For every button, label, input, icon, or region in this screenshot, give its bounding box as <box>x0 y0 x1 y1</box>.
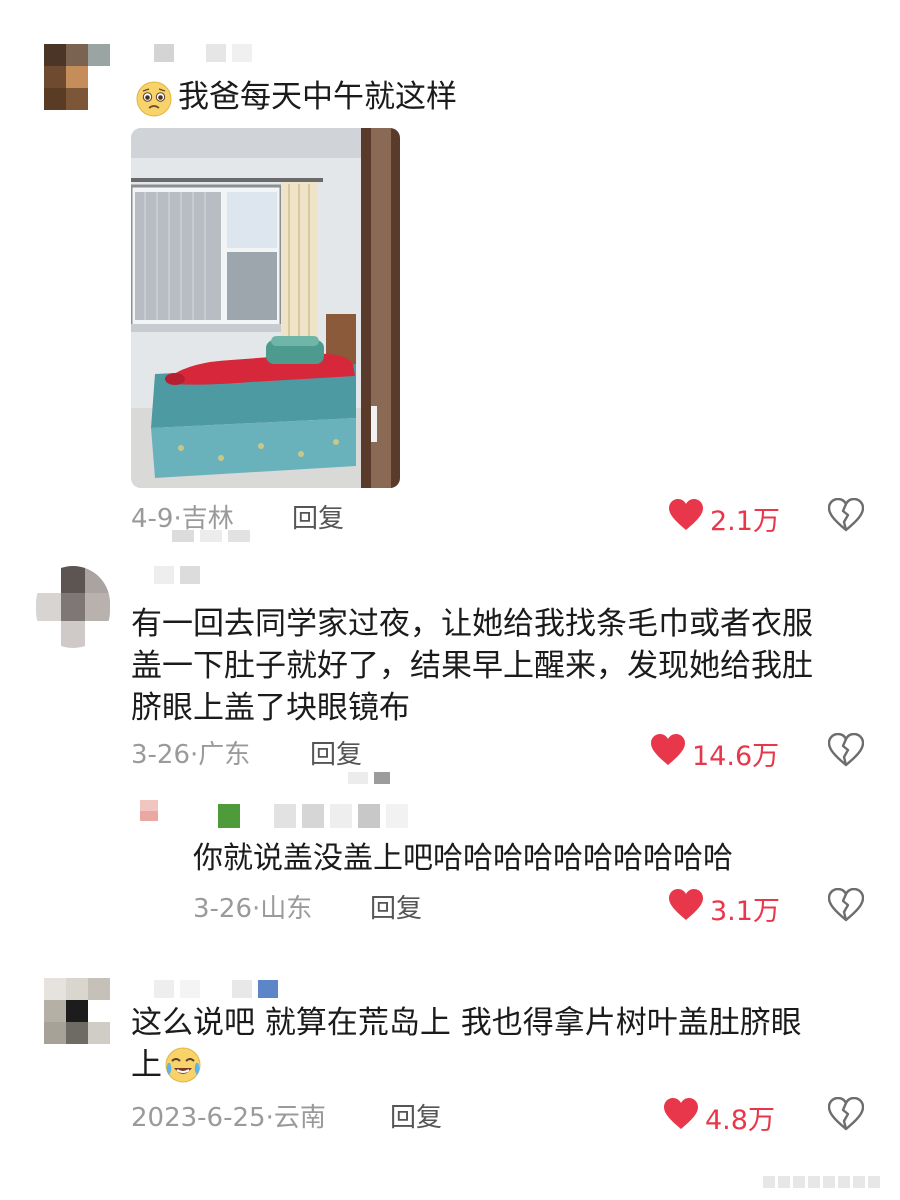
comment-meta: 3-26·山东 <box>193 894 313 924</box>
like-count: 4.8万 <box>705 1105 775 1136</box>
like-count: 2.1万 <box>710 506 780 537</box>
like-heart-icon[interactable] <box>650 733 686 767</box>
username-redacted <box>154 566 200 584</box>
watermark <box>763 1176 880 1188</box>
comment-text: 我爸每天中午就这样 <box>178 79 457 115</box>
reply-button[interactable]: 回复 <box>292 498 344 535</box>
avatar[interactable] <box>140 800 194 832</box>
username-redacted <box>172 530 250 542</box>
like-count: 14.6万 <box>692 741 780 772</box>
username-redacted <box>154 980 278 998</box>
comment-image[interactable] <box>131 128 400 488</box>
username-redacted <box>154 44 252 62</box>
username-redacted <box>218 804 408 828</box>
comment-meta: 2023-6-25·云南 <box>131 1103 326 1133</box>
like-heart-icon[interactable] <box>663 1097 699 1131</box>
like-heart-icon[interactable] <box>668 888 704 922</box>
comment-text: 你就说盖没盖上吧哈哈哈哈哈哈哈哈哈哈 <box>193 841 733 876</box>
like-count: 3.1万 <box>710 896 780 927</box>
dislike-broken-heart-icon[interactable] <box>828 733 864 767</box>
reply-button[interactable]: 回复 <box>390 1097 442 1134</box>
reply-button[interactable]: 回复 <box>310 734 362 771</box>
avatar[interactable] <box>44 44 110 110</box>
comment-text: 有一回去同学家过夜，让她给我找条毛巾或者衣服 盖一下肚子就好了，结果早上醒来，发… <box>131 606 813 726</box>
crying-laughing-emoji <box>165 1047 201 1083</box>
dislike-broken-heart-icon[interactable] <box>828 498 864 532</box>
avatar[interactable] <box>36 566 110 648</box>
dislike-broken-heart-icon[interactable] <box>828 1097 864 1131</box>
comment-meta: 3-26·广东 <box>131 740 251 770</box>
pleading-face-emoji <box>136 81 172 117</box>
reply-button[interactable]: 回复 <box>370 888 422 925</box>
dislike-broken-heart-icon[interactable] <box>828 888 864 922</box>
comment-text: 这么说吧 就算在荒岛上 我也得拿片树叶盖肚脐眼 上 <box>131 1005 802 1083</box>
bedroom-photo <box>131 128 400 488</box>
username-redacted <box>348 772 390 784</box>
avatar[interactable] <box>44 978 110 1044</box>
like-heart-icon[interactable] <box>668 498 704 532</box>
